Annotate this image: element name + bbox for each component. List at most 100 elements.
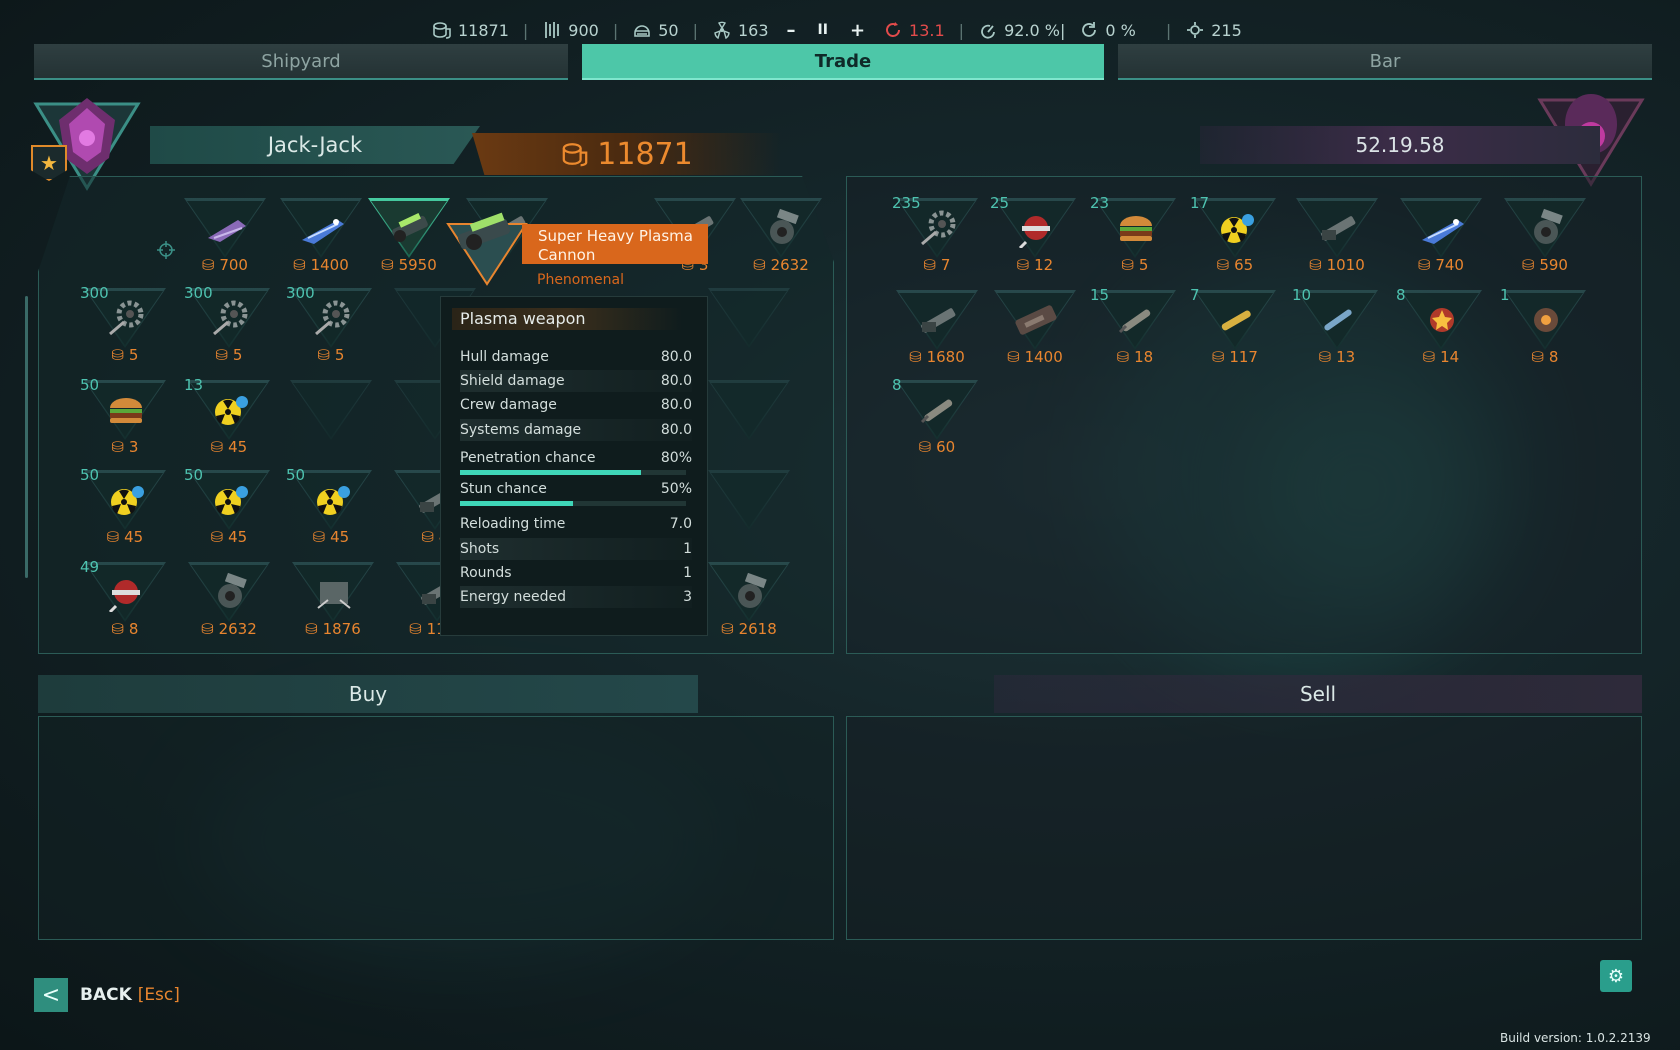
price-value: 5950 (398, 256, 437, 274)
item-slot[interactable]: ⛁ 2632 (184, 560, 274, 646)
empty-slot[interactable] (704, 468, 794, 554)
build-version: Build version: 1.0.2.2139 (1500, 1031, 1651, 1045)
stat-value: 7.0 (669, 516, 692, 532)
bug-report-icon[interactable]: ⚙ (1600, 960, 1632, 992)
coins-icon (562, 143, 588, 167)
item-slot[interactable]: 8 ⛁ 60 (892, 376, 982, 464)
gear-drill-icon (916, 208, 960, 248)
item-slot[interactable]: 13 ⛁ 45 (184, 376, 274, 464)
gold-missile-icon (1214, 300, 1258, 340)
empty-slot[interactable] (704, 286, 794, 372)
radiation-value: 163 (737, 20, 769, 40)
player-name: Jack-Jack (150, 126, 480, 164)
tooltip-stat-row: Rounds 1 (460, 562, 692, 584)
gauge-icon (981, 24, 995, 39)
stat-label: Reloading time (460, 516, 566, 532)
item-price: ⛁ 1400 (990, 348, 1080, 366)
item-price: ⛁ 5 (1090, 256, 1180, 274)
radiation-barrel-icon (208, 390, 252, 430)
item-slot[interactable]: ⛁ 1876 (288, 560, 378, 646)
crew-icon (1187, 22, 1204, 38)
fuel-stat: 900 (542, 20, 599, 40)
item-slot[interactable]: ⛁ 1400 (990, 288, 1080, 374)
chevron-left-icon[interactable]: < (34, 978, 68, 1012)
item-slot[interactable]: 50 ⛁ 3 (80, 376, 170, 464)
stat-label: Shots (460, 541, 500, 557)
item-quantity: 50 (184, 466, 204, 484)
tooltip-stat-row: Hull damage 80.0 (460, 346, 692, 368)
item-slot[interactable]: 50 ⛁ 45 (80, 466, 170, 554)
buy-panel[interactable] (38, 716, 834, 940)
item-slot[interactable]: 300 ⛁ 5 (184, 284, 274, 372)
empty-slot[interactable] (286, 378, 376, 464)
coins-icon: ⛁ (210, 528, 229, 546)
blue-ship-icon (1420, 208, 1464, 248)
item-price: ⛁ 740 (1396, 256, 1486, 274)
pause-button[interactable]: II (814, 22, 832, 38)
tooltip-rarity: Phenomenal (537, 272, 624, 288)
item-slot[interactable]: ⛁ 590 (1500, 196, 1590, 282)
back-button[interactable]: < BACK [Esc] (34, 978, 180, 1012)
item-quantity: 25 (990, 194, 1010, 212)
credits-stat: 11871 (432, 20, 509, 40)
tab-shipyard[interactable]: Shipyard (34, 44, 568, 80)
item-price: ⛁ 13 (1292, 348, 1382, 366)
price-value: 45 (228, 438, 248, 456)
speed-up-button[interactable]: + (846, 20, 869, 41)
item-slot[interactable]: ⛁ 1680 (892, 288, 982, 374)
item-slot[interactable]: 235 ⛁ 7 (892, 194, 982, 282)
item-quantity: 235 (892, 194, 921, 212)
item-slot[interactable]: 50 ⛁ 45 (286, 466, 376, 554)
item-slot[interactable]: 1 ⛁ 8 (1500, 286, 1590, 374)
item-price: ⛁ 5950 (364, 256, 454, 274)
item-slot[interactable]: ⛁ 5950 (364, 196, 454, 282)
item-slot[interactable]: 49 ⛁ 8 (80, 558, 170, 646)
slot-frame (708, 470, 790, 530)
item-slot[interactable]: ⛁ 700 (180, 196, 270, 282)
item-slot[interactable]: ⛁ 2632 (736, 196, 826, 282)
crosshair-icon[interactable] (156, 240, 176, 260)
resource-bar: 11871 | 900 | 50 | 163 – II + 13.1 | 92.… (432, 16, 1242, 44)
item-quantity: 50 (286, 466, 306, 484)
item-quantity: 8 (892, 376, 902, 394)
item-slot[interactable]: 7 ⛁ 117 (1190, 286, 1280, 374)
price-value: 65 (1234, 256, 1254, 274)
item-quantity: 300 (184, 284, 213, 302)
gear-drill-icon (208, 298, 252, 338)
price-value: 2632 (218, 620, 257, 638)
burger-icon (1114, 208, 1158, 248)
item-slot[interactable]: 25 ⛁ 12 (990, 194, 1080, 282)
inventory-scrollbar[interactable] (25, 296, 28, 578)
item-quantity: 10 (1292, 286, 1312, 304)
coins-icon: ⛁ (923, 256, 941, 274)
trader-name: 52.19.58 (1200, 126, 1600, 164)
tab-trade[interactable]: Trade (582, 44, 1104, 80)
item-slot[interactable]: 50 ⛁ 45 (184, 466, 274, 554)
tooltip-chance-row: Stun chance 50% (460, 478, 692, 500)
item-slot[interactable]: ⛁ 1400 (276, 196, 366, 282)
coins-icon: ⛁ (918, 438, 937, 456)
chance-label: Stun chance (460, 481, 547, 497)
coins-icon: ⛁ (1318, 348, 1337, 366)
item-slot[interactable]: ⛁ 2618 (704, 560, 794, 646)
tab-bar[interactable]: Bar (1118, 44, 1652, 80)
stat-value: 80.0 (660, 373, 692, 389)
speed-down-button[interactable]: – (783, 20, 800, 41)
sell-header: Sell (994, 675, 1642, 713)
fuel-icon (545, 22, 560, 38)
cannon-icon (916, 300, 960, 340)
item-slot[interactable]: 300 ⛁ 5 (80, 284, 170, 372)
item-slot[interactable]: 300 ⛁ 5 (286, 284, 376, 372)
price-value: 700 (219, 256, 248, 274)
item-slot[interactable]: 10 ⛁ 13 (1292, 286, 1382, 374)
item-slot[interactable]: 17 ⛁ 65 (1190, 194, 1280, 282)
empty-slot[interactable] (704, 378, 794, 464)
item-slot[interactable]: ⛁ 740 (1396, 196, 1486, 282)
item-slot[interactable]: 15 ⛁ 18 (1090, 286, 1180, 374)
sell-panel[interactable] (846, 716, 1642, 940)
item-slot[interactable]: 8 ⛁ 14 (1396, 286, 1486, 374)
stun-chance-bar (460, 501, 686, 506)
stat-value: 3 (683, 589, 692, 605)
item-slot[interactable]: 23 ⛁ 5 (1090, 194, 1180, 282)
item-slot[interactable]: ⛁ 1010 (1292, 196, 1382, 282)
